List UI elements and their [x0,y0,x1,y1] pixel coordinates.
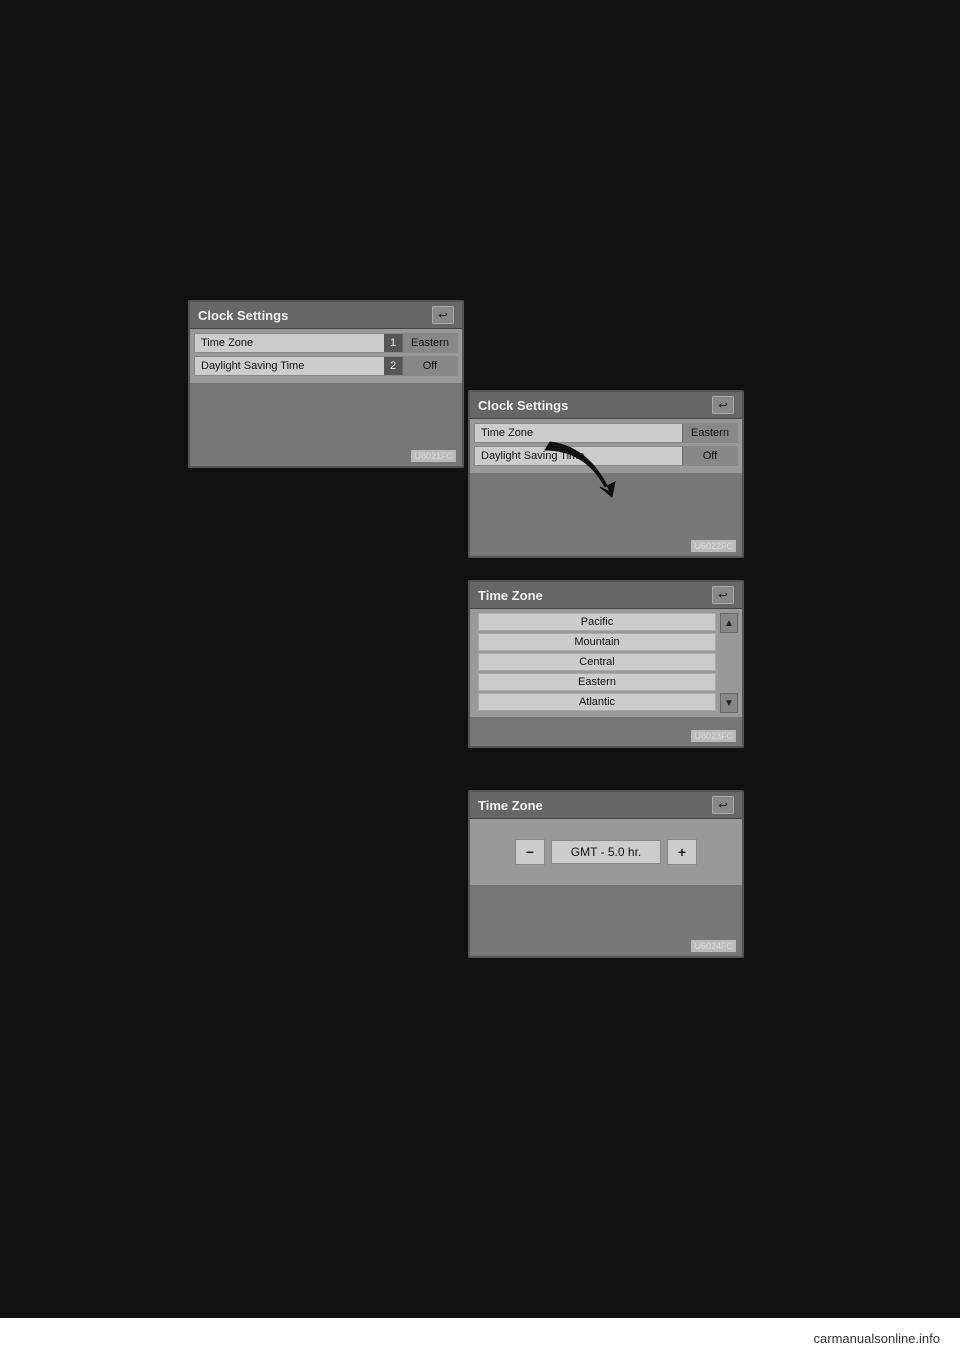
screen1-body: Time Zone 1 Eastern Daylight Saving Time… [190,329,462,383]
scroll-up-button[interactable]: ▲ [720,613,738,633]
screen4-watermark: U6024FC [691,940,736,952]
screen1-timezone-label: Time Zone [195,334,384,352]
screen1-title: Clock Settings [198,308,288,323]
screen4-timezone-gmt: Time Zone ↩ − GMT - 5.0 hr. + U6024FC [468,790,744,958]
page-background: Clock Settings ↩ Time Zone 1 Eastern Day… [0,0,960,1358]
screen1-clock-settings: Clock Settings ↩ Time Zone 1 Eastern Day… [188,300,464,468]
timezone-list: Pacific Mountain Central Eastern Atlanti… [470,609,720,717]
screen3-body: Pacific Mountain Central Eastern Atlanti… [470,609,742,717]
gmt-display: GMT - 5.0 hr. [551,840,661,864]
screen1-row-timezone[interactable]: Time Zone 1 Eastern [194,333,458,353]
tz-eastern[interactable]: Eastern [478,673,716,691]
screen1-header: Clock Settings ↩ [190,302,462,329]
screen4-back-button[interactable]: ↩ [712,796,734,814]
screen2-dst-label: Daylight Saving Time [475,447,682,465]
screen2-clock-settings: Clock Settings ↩ Time Zone Eastern Dayli… [468,390,744,558]
screen1-timezone-value: Eastern [402,334,457,352]
screen3-title: Time Zone [478,588,543,603]
screen2-watermark: U6022FC [691,540,736,552]
tz-central[interactable]: Central [478,653,716,671]
screen3-header: Time Zone ↩ [470,582,742,609]
tz-pacific[interactable]: Pacific [478,613,716,631]
footer-bar: carmanualsonline.info [0,1318,960,1358]
screen2-row-dst[interactable]: Daylight Saving Time Off [474,446,738,466]
gmt-plus-button[interactable]: + [667,839,697,865]
screen2-back-button[interactable]: ↩ [712,396,734,414]
screen2-body: Time Zone Eastern Daylight Saving Time O… [470,419,742,473]
screen1-timezone-num: 1 [384,334,402,352]
screen2-header: Clock Settings ↩ [470,392,742,419]
tz-atlantic[interactable]: Atlantic [478,693,716,711]
gmt-control-area: − GMT - 5.0 hr. + [470,819,742,885]
screen1-dst-label: Daylight Saving Time [195,357,384,375]
scroll-controls: ▲ ▼ [720,609,742,717]
screen2-title: Clock Settings [478,398,568,413]
screen4-title: Time Zone [478,798,543,813]
screen3-back-button[interactable]: ↩ [712,586,734,604]
screen1-watermark: U6021FC [411,450,456,462]
gmt-minus-button[interactable]: − [515,839,545,865]
screen1-row-dst[interactable]: Daylight Saving Time 2 Off [194,356,458,376]
tz-mountain[interactable]: Mountain [478,633,716,651]
screen2-timezone-value: Eastern [682,424,737,442]
scroll-down-button[interactable]: ▼ [720,693,738,713]
screen2-dst-value: Off [682,447,737,465]
screen1-dst-value: Off [402,357,457,375]
screen2-row-timezone[interactable]: Time Zone Eastern [474,423,738,443]
screen1-dst-num: 2 [384,357,402,375]
screen3-watermark: U6023FC [691,730,736,742]
screen3-timezone-list: Time Zone ↩ Pacific Mountain Central Eas… [468,580,744,748]
screen4-header: Time Zone ↩ [470,792,742,819]
carmanuals-logo: carmanualsonline.info [814,1331,940,1346]
screen1-back-button[interactable]: ↩ [432,306,454,324]
screen2-timezone-label: Time Zone [475,424,682,442]
